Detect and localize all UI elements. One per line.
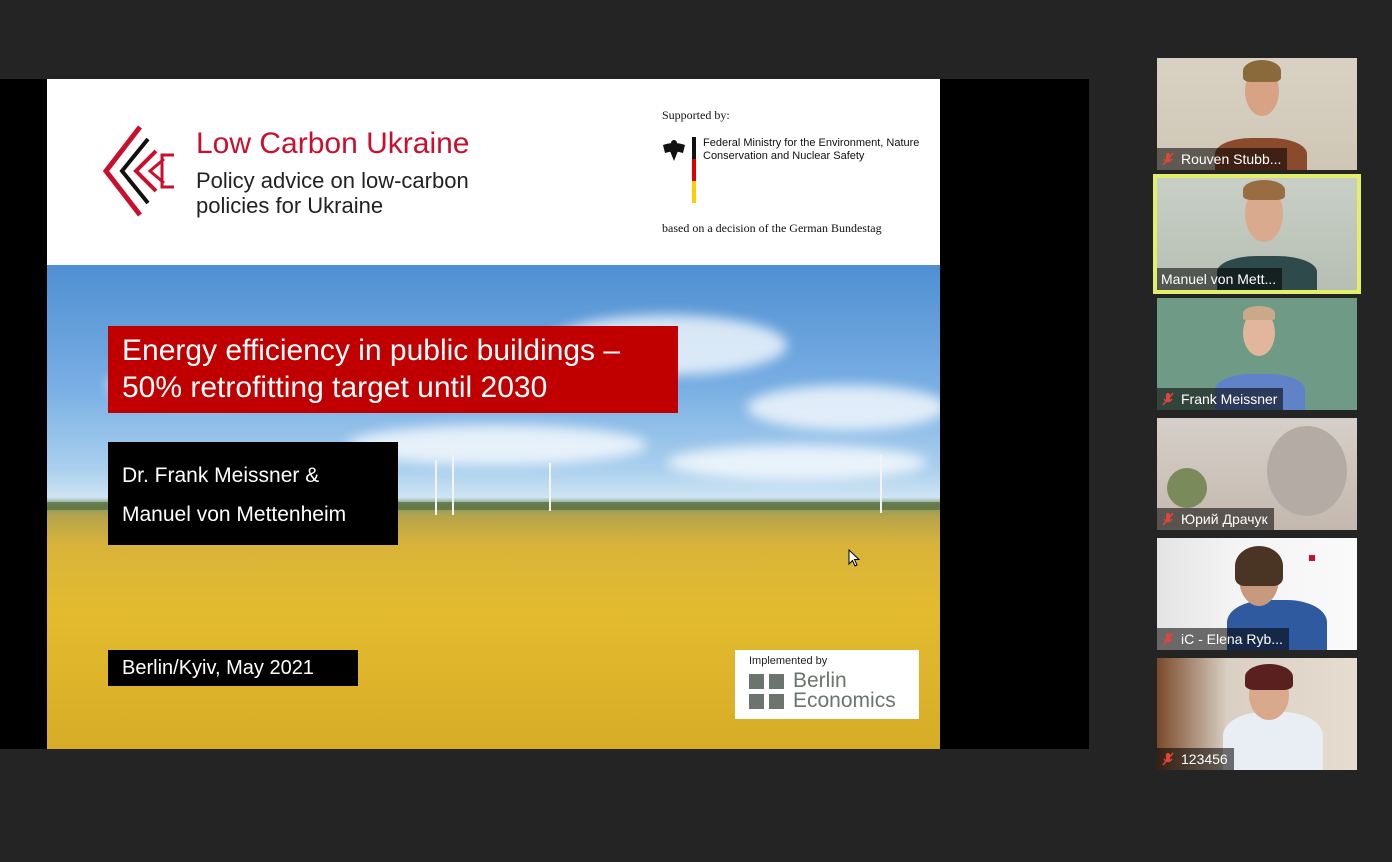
implementer-name-line-1: Berlin <box>793 669 847 692</box>
muted-microphone-icon <box>1162 512 1174 526</box>
wheat-field-background: Energy efficiency in public buildings – … <box>47 265 940 749</box>
author-line-2: Manuel von Mettenheim <box>122 503 347 526</box>
ministry-name: Federal Ministry for the Environment, Na… <box>703 137 920 162</box>
bundestag-note: based on a decision of the German Bundes… <box>662 221 882 235</box>
participant-name-tag: 123456 <box>1157 748 1234 770</box>
low-carbon-ukraine-logo <box>102 125 174 217</box>
authors: Dr. Frank Meissner & Manuel von Mettenhei… <box>122 456 392 534</box>
participant-name-tag: Manuel von Mett... <box>1157 268 1283 290</box>
participant-tile[interactable]: Юрий Драчук <box>1157 418 1357 530</box>
berlin-economics-mark-icon <box>749 674 784 709</box>
participant-tile[interactable]: 123456 <box>1157 658 1357 770</box>
mouse-cursor-icon <box>848 549 860 567</box>
participant-name-tag: Rouven Stubb... <box>1157 148 1288 170</box>
participant-name: iC - Elena Ryb... <box>1181 631 1283 647</box>
company-logo-icon <box>1309 555 1315 561</box>
participant-name-tag: Frank Meissner <box>1157 388 1284 410</box>
place-date: Berlin/Kyiv, May 2021 <box>122 657 314 679</box>
slide-title-box: Energy efficiency in public buildings – … <box>108 326 678 413</box>
org-subtitle: Policy advice on low-carbon policies for… <box>196 168 469 218</box>
presentation-slide: Low Carbon Ukraine Policy advice on low-… <box>47 79 940 749</box>
federal-eagle-icon <box>663 140 685 161</box>
participant-name: 123456 <box>1181 751 1228 767</box>
implementer-name: Berlin Economics <box>793 669 896 712</box>
place-date-box: Berlin/Kyiv, May 2021 <box>108 650 358 686</box>
participant-name: Manuel von Mett... <box>1161 271 1277 287</box>
muted-microphone-icon <box>1162 392 1174 406</box>
implemented-by-label: Implemented by <box>749 655 828 667</box>
muted-microphone-icon <box>1162 632 1174 646</box>
author-line-1: Dr. Frank Meissner & <box>122 464 320 487</box>
participant-tile[interactable]: Frank Meissner <box>1157 298 1357 410</box>
participant-name-tag: iC - Elena Ryb... <box>1157 628 1289 650</box>
participant-name: Rouven Stubb... <box>1181 151 1282 167</box>
org-title: Low Carbon Ukraine <box>196 127 470 160</box>
muted-microphone-icon <box>1162 152 1174 166</box>
shared-screen: Low Carbon Ukraine Policy advice on low-… <box>0 79 1089 749</box>
implementer-logo: Implemented by Berlin Economics <box>735 650 919 719</box>
participant-tile[interactable]: Rouven Stubb... <box>1157 58 1357 170</box>
implementer-name-line-2: Economics <box>793 689 896 712</box>
authors-box: Dr. Frank Meissner & Manuel von Mettenhei… <box>108 442 398 545</box>
slide-header: Low Carbon Ukraine Policy advice on low-… <box>47 79 940 265</box>
german-flag-icon <box>692 137 696 203</box>
supported-by-label: Supported by: <box>662 108 730 122</box>
participant-tile-active-speaker[interactable]: Manuel von Mett... <box>1153 174 1361 294</box>
participant-name: Юрий Драчук <box>1181 511 1268 527</box>
participant-tile[interactable]: iC - Elena Ryb... <box>1157 538 1357 650</box>
participant-name-tag: Юрий Драчук <box>1157 508 1274 530</box>
muted-microphone-icon <box>1162 752 1174 766</box>
slide-title: Energy efficiency in public buildings – … <box>122 334 621 404</box>
participant-name: Frank Meissner <box>1181 391 1278 407</box>
